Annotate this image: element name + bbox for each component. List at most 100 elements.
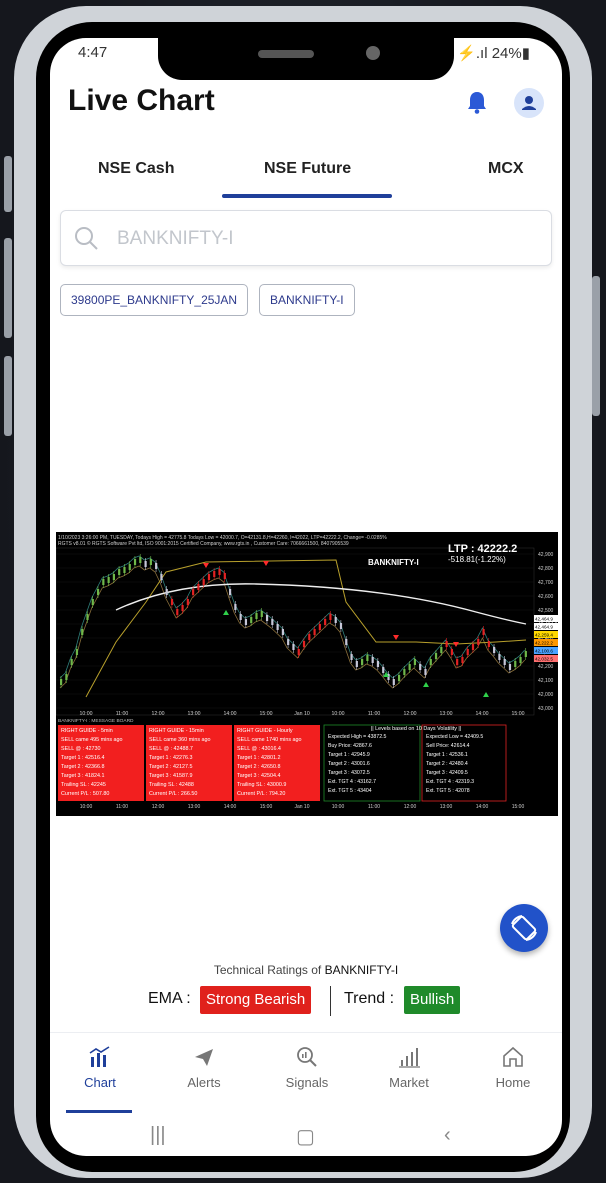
candle bbox=[244, 619, 248, 625]
candle bbox=[440, 647, 443, 653]
candle bbox=[128, 564, 131, 570]
candle bbox=[265, 615, 269, 621]
phone-side-button bbox=[4, 356, 12, 436]
level-line: Ext. TGT 4 : 43162.7 bbox=[328, 779, 376, 785]
candle bbox=[308, 634, 311, 640]
candle bbox=[165, 589, 168, 595]
x-tick-label: 12:00 bbox=[152, 804, 165, 810]
x-tick-label: 12:00 bbox=[152, 711, 165, 717]
candle bbox=[371, 657, 374, 663]
candle bbox=[397, 675, 401, 681]
level-line: Target 1 : 42945.9 bbox=[328, 752, 370, 758]
candle bbox=[118, 569, 121, 575]
guide-line: RIGHT GUIDE - 5min bbox=[61, 728, 113, 734]
tab-nse-cash[interactable]: NSE Cash bbox=[98, 160, 174, 178]
x-tick-label: 15:00 bbox=[512, 711, 525, 717]
x-tick-label: 11:00 bbox=[116, 804, 128, 810]
candle bbox=[133, 559, 137, 565]
screen-rotate-button[interactable] bbox=[500, 904, 548, 952]
y-tick-label: 42,200 bbox=[538, 664, 554, 670]
candle bbox=[60, 679, 63, 685]
change-label: -518.81(-1.22%) bbox=[448, 555, 506, 564]
nav-item-chart[interactable]: Chart bbox=[55, 1033, 145, 1103]
phone-side-button bbox=[592, 276, 600, 416]
tab-mcx[interactable]: MCX bbox=[488, 160, 524, 178]
trend-rating-badge: Bullish bbox=[404, 986, 461, 1014]
price-chart-image: 1/10/2023 3:26:00 PM, TUESDAY, Todays Hi… bbox=[56, 532, 558, 816]
candle bbox=[482, 629, 485, 635]
nav-label-alerts: Alerts bbox=[187, 1075, 221, 1090]
candle bbox=[498, 654, 501, 660]
app-screen: 4:47 ⚡.ıl 24%▮ Live Chart NSE Cash NSE F… bbox=[50, 38, 562, 1156]
candle bbox=[355, 661, 358, 667]
search-input[interactable] bbox=[117, 225, 517, 253]
price-tag-label: 42,100.6 bbox=[535, 649, 553, 654]
candle bbox=[493, 647, 496, 653]
ratings-title-symbol: BANKNIFTY-I bbox=[324, 963, 399, 977]
candle bbox=[334, 617, 337, 623]
level-line: Expected Low = 42409.5 bbox=[426, 734, 483, 740]
candle bbox=[514, 661, 517, 667]
rotate-screen-icon bbox=[511, 915, 537, 941]
x-tick-label: 15:00 bbox=[260, 711, 273, 717]
candle bbox=[329, 614, 332, 620]
candle bbox=[139, 557, 142, 563]
candle bbox=[170, 599, 174, 605]
candle bbox=[260, 611, 263, 617]
y-tick-label: 43,000 bbox=[538, 706, 554, 712]
back-icon[interactable]: ‹ bbox=[444, 1124, 451, 1147]
y-tick-label: 42,800 bbox=[538, 566, 554, 572]
candle bbox=[424, 669, 427, 675]
nav-label-home: Home bbox=[495, 1075, 531, 1090]
market-tabs: NSE Cash NSE Future MCX bbox=[50, 148, 562, 198]
nav-label-signals: Signals bbox=[285, 1075, 329, 1090]
nav-item-home[interactable]: Home bbox=[468, 1033, 558, 1103]
level-line: Target 3 : 43072.5 bbox=[328, 770, 370, 776]
bell-icon[interactable] bbox=[466, 90, 488, 114]
nav-item-alerts[interactable]: Alerts bbox=[159, 1033, 249, 1103]
level-line: Ext. TGT 5 : 43404 bbox=[328, 788, 372, 794]
guide-line: Target 2 : 42650.8 bbox=[237, 764, 280, 770]
recent-symbol-chip[interactable]: 39800PE_BANKNIFTY_25JAN bbox=[60, 284, 249, 316]
avatar[interactable] bbox=[514, 88, 544, 118]
candle bbox=[86, 614, 89, 620]
candle bbox=[218, 569, 221, 575]
candle bbox=[366, 655, 369, 661]
candle bbox=[281, 629, 284, 635]
x-tick-label: 11:00 bbox=[368, 711, 381, 717]
candle bbox=[192, 589, 195, 595]
recent-symbol-chip[interactable]: BANKNIFTY-I bbox=[259, 284, 355, 316]
candle bbox=[181, 605, 184, 611]
candle bbox=[292, 644, 295, 650]
candle bbox=[519, 657, 522, 663]
x-tick-label: Jan 10 bbox=[294, 804, 309, 810]
candle bbox=[149, 559, 152, 565]
candle bbox=[429, 659, 432, 665]
candle bbox=[276, 624, 279, 630]
bar-growth-icon bbox=[399, 1048, 420, 1068]
nav-item-market[interactable]: Market bbox=[364, 1033, 454, 1103]
candle bbox=[466, 649, 469, 655]
x-tick-label: 15:00 bbox=[512, 804, 525, 810]
guide-line: Target 1 : 42516.4 bbox=[61, 755, 104, 761]
candle bbox=[487, 641, 490, 647]
price-tag-label: 42,464.9 bbox=[535, 617, 553, 622]
tab-nse-future[interactable]: NSE Future bbox=[264, 160, 351, 178]
x-tick-label: 10:00 bbox=[80, 711, 93, 717]
candle bbox=[419, 664, 422, 670]
y-tick-label: 42,700 bbox=[538, 580, 554, 586]
candle bbox=[144, 561, 147, 567]
search-chart-icon bbox=[297, 1047, 317, 1067]
candle bbox=[376, 661, 380, 667]
candle bbox=[508, 664, 512, 670]
candle bbox=[107, 577, 110, 583]
candle bbox=[75, 649, 79, 655]
guide-line: SELL @ : 42730 bbox=[61, 746, 100, 752]
recent-apps-icon[interactable]: ||| bbox=[150, 1124, 166, 1147]
nav-item-signals[interactable]: Signals bbox=[262, 1033, 352, 1103]
guide-line: RIGHT GUIDE - Hourly bbox=[237, 728, 293, 734]
message-board-title: BANKNIFTY-I : MESSAGE BOARD bbox=[58, 718, 134, 724]
x-tick-label: Jan 10 bbox=[294, 711, 310, 717]
x-tick-label: 13:00 bbox=[440, 711, 453, 717]
home-system-icon[interactable]: ▢ bbox=[296, 1124, 315, 1149]
